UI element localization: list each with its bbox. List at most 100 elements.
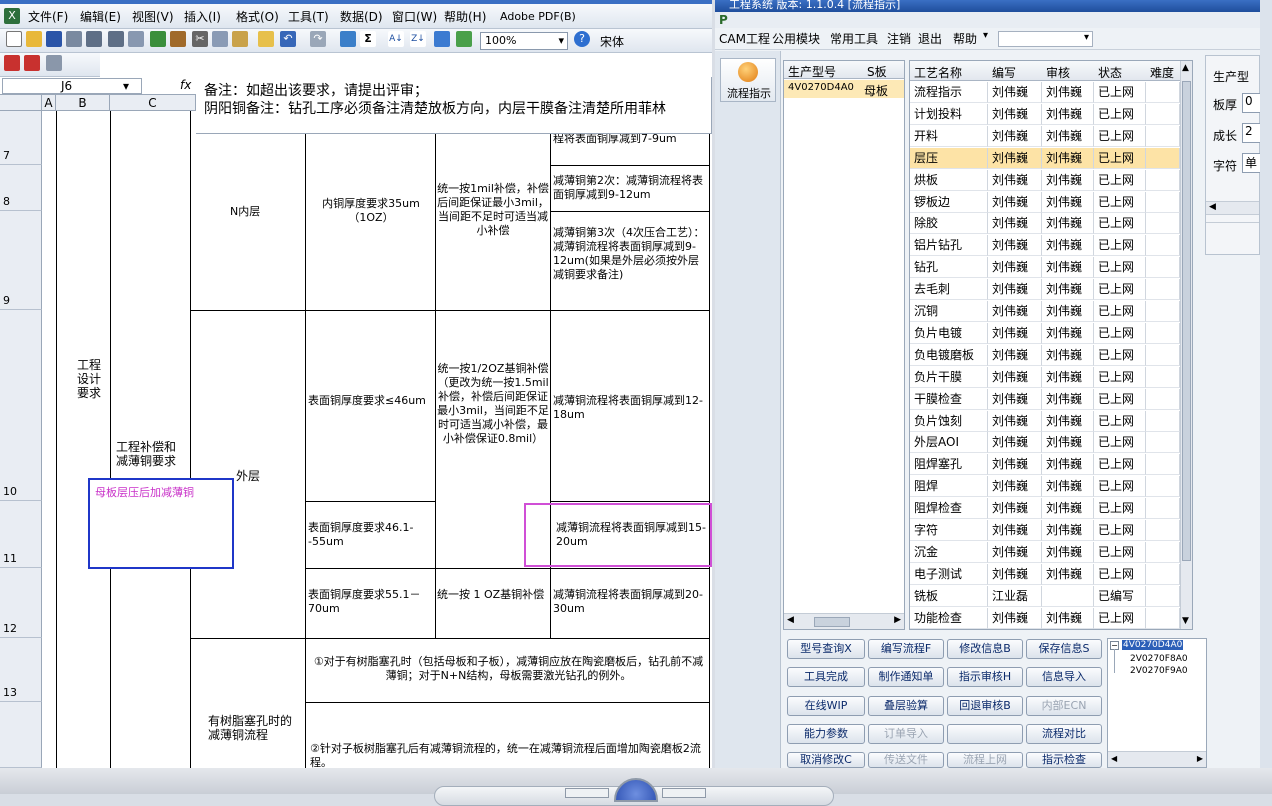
pdf-convert-icon[interactable] xyxy=(4,55,20,71)
cell-reduce-r12[interactable]: 减薄铜流程将表面铜厚减到20-30um xyxy=(553,588,708,616)
cell-outer-compensation[interactable]: 统一按1/2OZ基铜补偿（更改为统一按1.5mil补偿，补偿后间距保证最小3mi… xyxy=(437,362,549,446)
instruction-check-button[interactable]: 指示检查 xyxy=(1026,752,1102,768)
menu-format[interactable]: 格式(O) xyxy=(236,7,279,27)
preview-icon[interactable] xyxy=(128,31,144,47)
stackup-check-button[interactable]: 叠层验算 xyxy=(868,696,944,716)
table-row[interactable]: 去毛刺 刘伟巍 刘伟巍 已上网 xyxy=(910,279,1180,301)
cell-n-layer[interactable]: N内层 xyxy=(230,205,290,219)
table-row[interactable]: 字符 刘伟巍 刘伟巍 已上网 xyxy=(910,520,1180,541)
table-row[interactable]: 负片干膜 刘伟巍 刘伟巍 已上网 xyxy=(910,366,1180,388)
table-row[interactable]: 锣板边 刘伟巍 刘伟巍 已上网 xyxy=(910,191,1180,213)
cell-reduce-step2[interactable]: 减薄铜第2次：减薄铜流程将表面铜厚减到9-12um xyxy=(553,174,708,202)
next-button[interactable] xyxy=(662,788,706,798)
row-header-12[interactable]: 12 xyxy=(0,568,42,638)
row-header-10[interactable]: 10 xyxy=(0,310,42,501)
row-header-8[interactable]: 8 xyxy=(0,165,42,211)
blank-button[interactable] xyxy=(947,724,1023,744)
cell-outer-copper-r11[interactable]: 表面铜厚度要求46.1--55um xyxy=(308,521,433,549)
prev-button[interactable] xyxy=(565,788,609,798)
table-row[interactable]: 外层AOI 刘伟巍 刘伟巍 已上网 xyxy=(910,432,1180,454)
table-row[interactable]: 沉金 刘伟巍 刘伟巍 已上网 xyxy=(910,541,1180,563)
menu-help[interactable]: 帮助 xyxy=(953,29,977,49)
row-header-14[interactable] xyxy=(0,702,42,768)
pdf-email-icon[interactable] xyxy=(24,55,40,71)
cell-resin-note-2[interactable]: ②针对子板树脂塞孔后有减薄铜流程的，统一在减薄铜流程后面增加陶瓷磨板2流程。 xyxy=(310,742,707,768)
online-wip-button[interactable]: 在线WIP xyxy=(787,696,865,716)
undo-icon[interactable]: ↶ xyxy=(280,31,296,47)
annotation-box[interactable]: 母板层压后加减薄铜 xyxy=(88,478,234,569)
col-header-a[interactable]: A xyxy=(42,95,56,111)
table-row[interactable]: 负电镀磨板 刘伟巍 刘伟巍 已上网 xyxy=(910,344,1180,366)
cell-inner-compensation[interactable]: 统一按1mil补偿，补偿后间距保证最小3mil，当间距不足时可适当减小补偿 xyxy=(437,182,549,238)
permission-icon[interactable] xyxy=(66,31,82,47)
menu-common-modules[interactable]: 公用模块 xyxy=(772,29,820,49)
save-icon[interactable] xyxy=(46,31,62,47)
cell-inner-copper[interactable]: 内铜厚度要求35um（1OZ） xyxy=(318,197,424,225)
fx-icon[interactable]: fx xyxy=(180,78,191,92)
table-row[interactable]: 负片电镀 刘伟巍 刘伟巍 已上网 xyxy=(910,322,1180,344)
side-button-process[interactable]: 流程指示 xyxy=(720,58,776,102)
menu-help[interactable]: 帮助(H) xyxy=(444,7,486,27)
research-icon[interactable] xyxy=(170,31,186,47)
menu-insert[interactable]: 插入(I) xyxy=(184,7,221,27)
cell-resin-note-1[interactable]: ①对于有树脂塞孔时（包括母板和子板），减薄铜应放在陶瓷磨板后，钻孔前不减薄铜；对… xyxy=(310,655,707,683)
autosum-icon[interactable]: Σ xyxy=(360,31,376,47)
scroll-thumb[interactable] xyxy=(1182,81,1191,561)
growth-field[interactable]: 2 xyxy=(1242,123,1260,143)
col-author[interactable]: 编写 xyxy=(992,64,1016,81)
save-info-button[interactable]: 保存信息S xyxy=(1026,639,1102,659)
name-box[interactable]: J6 ▾ xyxy=(2,78,142,94)
menu-adobe-pdf[interactable]: Adobe PDF(B) xyxy=(500,7,576,27)
sort-descending-icon[interactable]: Z↓ xyxy=(410,31,426,47)
table-row[interactable]: 电子测试 刘伟巍 刘伟巍 已上网 xyxy=(910,563,1180,585)
play-button[interactable] xyxy=(614,778,658,802)
table-row[interactable]: 除胶 刘伟巍 刘伟巍 已上网 xyxy=(910,213,1180,235)
cut-icon[interactable]: ✂ xyxy=(192,31,208,47)
write-process-button[interactable]: 编写流程F xyxy=(868,639,944,659)
cell-reduce-step3[interactable]: 减薄铜第3次（4次压合工艺）：减薄铜流程将表面铜厚减到9-12um(如果是外层必… xyxy=(553,226,708,282)
cell-reduce-step1[interactable]: 程将表面铜厚减到7-9um xyxy=(553,132,708,146)
thickness-field[interactable]: 0 xyxy=(1242,93,1260,113)
menu-exit[interactable]: 退出 xyxy=(918,29,942,49)
table-row[interactable]: 阻焊 刘伟巍 刘伟巍 已上网 xyxy=(910,476,1180,498)
select-all-corner[interactable] xyxy=(0,95,42,111)
table-row[interactable]: 干膜检查 刘伟巍 刘伟巍 已上网 xyxy=(910,388,1180,410)
col-process-name[interactable]: 工艺名称 xyxy=(914,64,962,81)
col-model[interactable]: 生产型号 xyxy=(788,63,836,80)
copy-icon[interactable] xyxy=(212,31,228,47)
table-row[interactable]: 阻焊检查 刘伟巍 刘伟巍 已上网 xyxy=(910,498,1180,520)
order-import-button[interactable]: 订单导入 xyxy=(868,724,944,744)
transfer-file-button[interactable]: 传送文件 xyxy=(868,752,944,768)
drawing-icon[interactable] xyxy=(456,31,472,47)
modify-info-button[interactable]: 修改信息B xyxy=(947,639,1023,659)
table-row[interactable]: 钻孔 刘伟巍 刘伟巍 已上网 xyxy=(910,257,1180,279)
menu-file[interactable]: 文件(F) xyxy=(28,7,68,27)
open-icon[interactable] xyxy=(26,31,42,47)
table-row[interactable]: 沉铜 刘伟巍 刘伟巍 已上网 xyxy=(910,301,1180,322)
redo-icon[interactable]: ↷ xyxy=(310,31,326,47)
col-difficulty[interactable]: 难度 xyxy=(1150,64,1174,81)
font-name[interactable]: 宋体 xyxy=(600,33,624,50)
capability-params-button[interactable]: 能力参数 xyxy=(787,724,865,744)
table-row[interactable]: 层压 刘伟巍 刘伟巍 已上网 xyxy=(910,147,1180,169)
row-header-13[interactable]: 13 xyxy=(0,638,42,702)
tree-node-root[interactable]: 4V0270D4A0 xyxy=(1122,640,1184,650)
info-h-scrollbar[interactable]: ◀ xyxy=(1206,201,1259,215)
new-icon[interactable] xyxy=(6,31,22,47)
menu-cam-project[interactable]: CAM工程 xyxy=(719,29,770,49)
info-import-button[interactable]: 信息导入 xyxy=(1026,667,1102,687)
row-header-7[interactable]: 7 xyxy=(0,111,42,165)
quick-select[interactable]: ▾ xyxy=(998,31,1093,47)
cell-outer-copper-r10[interactable]: 表面铜厚度要求≤46um xyxy=(308,394,433,408)
col-reviewer[interactable]: 审核 xyxy=(1046,64,1070,81)
scroll-thumb[interactable] xyxy=(814,617,850,627)
hyperlink-icon[interactable] xyxy=(340,31,356,47)
table-row[interactable]: 阻焊塞孔 刘伟巍 刘伟巍 已上网 xyxy=(910,454,1180,476)
col-status[interactable]: 状态 xyxy=(1098,64,1122,81)
row-header-9[interactable]: 9 xyxy=(0,211,42,310)
table-row[interactable]: 铝片钻孔 刘伟巍 刘伟巍 已上网 xyxy=(910,235,1180,257)
zoom-select[interactable]: 100% ▾ xyxy=(480,32,568,50)
row-header-11[interactable]: 11 xyxy=(0,501,42,568)
paste-icon[interactable] xyxy=(232,31,248,47)
cell-compensation-r12[interactable]: 统一按 1 OZ基铜补偿 xyxy=(437,588,549,602)
